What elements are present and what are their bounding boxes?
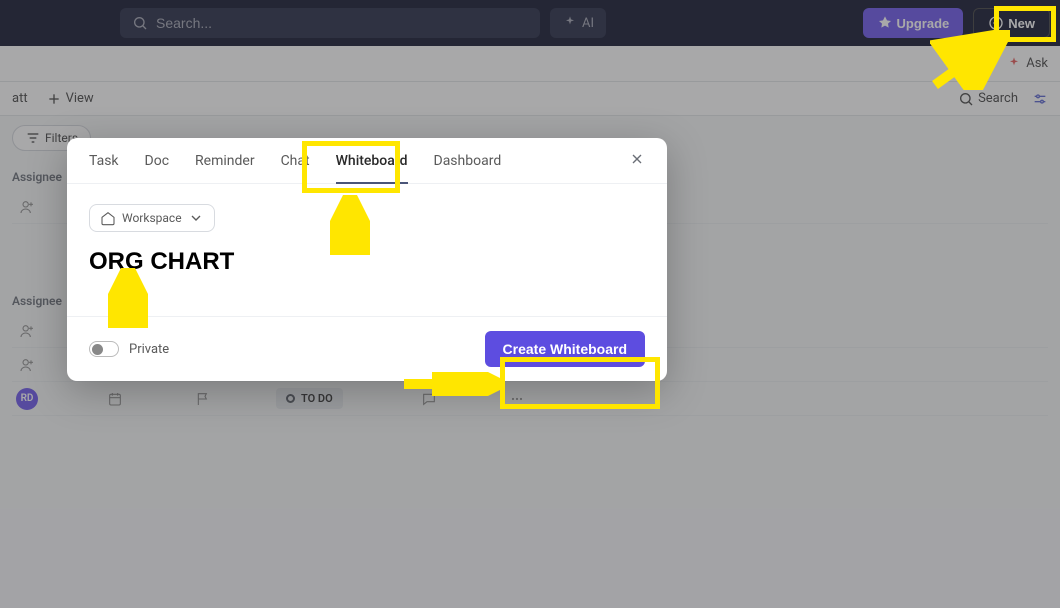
modal-close-button[interactable] — [629, 151, 645, 171]
title-input[interactable] — [89, 248, 645, 276]
close-icon — [629, 151, 645, 167]
private-label: Private — [129, 342, 169, 357]
home-icon — [100, 210, 116, 226]
modal-tabs: Task Doc Reminder Chat Whiteboard Dashbo… — [67, 138, 667, 184]
location-selector[interactable]: Workspace — [89, 204, 215, 232]
tab-dashboard[interactable]: Dashboard — [434, 138, 502, 183]
tab-reminder[interactable]: Reminder — [195, 138, 255, 183]
tab-doc[interactable]: Doc — [145, 138, 170, 183]
tab-whiteboard[interactable]: Whiteboard — [336, 138, 408, 183]
private-toggle[interactable] — [89, 341, 119, 357]
chevron-down-icon — [188, 210, 204, 226]
tab-task[interactable]: Task — [89, 138, 119, 183]
tab-chat[interactable]: Chat — [281, 138, 310, 183]
location-label: Workspace — [122, 211, 182, 225]
create-whiteboard-button[interactable]: Create Whiteboard — [485, 331, 645, 367]
create-modal: Task Doc Reminder Chat Whiteboard Dashbo… — [67, 138, 667, 381]
